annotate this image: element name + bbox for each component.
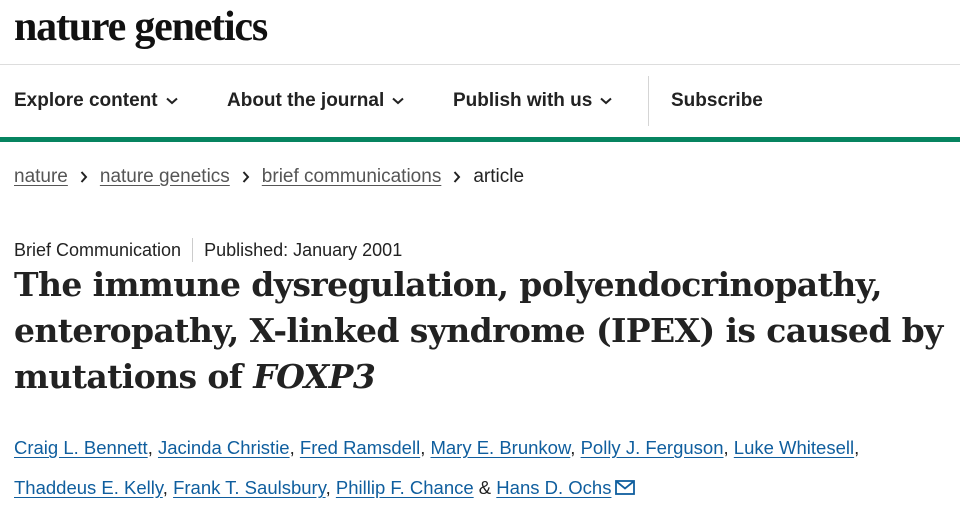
author-separator: , — [162, 477, 174, 498]
chevron-down-icon — [165, 97, 178, 105]
author-separator: , — [570, 437, 581, 458]
author-link[interactable]: Mary E. Brunkow — [430, 437, 570, 458]
subscribe-link[interactable]: Subscribe — [671, 65, 763, 137]
mail-icon[interactable] — [615, 480, 636, 495]
author-separator: , — [289, 437, 300, 458]
gene-name: FOXP3 — [253, 357, 376, 396]
chevron-down-icon — [392, 97, 404, 105]
meta-divider — [192, 238, 194, 262]
published-date: Published: January 2001 — [204, 239, 403, 260]
author-separator: & — [473, 477, 497, 498]
breadcrumb-current: article — [473, 166, 525, 187]
breadcrumb-nature-genetics[interactable]: nature genetics — [100, 166, 230, 188]
nav-about-journal[interactable]: About the journal — [227, 65, 404, 137]
breadcrumb: nature nature genetics brief communicati… — [14, 166, 524, 188]
nav-publish-with-us[interactable]: Publish with us — [453, 65, 613, 137]
chevron-right-icon — [80, 171, 88, 183]
nav-label: About the journal — [227, 90, 385, 111]
main-nav: Explore content About the journal Publis… — [0, 65, 960, 142]
chevron-down-icon — [600, 97, 613, 105]
author-separator: , — [325, 477, 336, 498]
author-link[interactable]: Luke Whitesell — [734, 437, 854, 458]
author-link[interactable]: Frank T. Saulsbury — [173, 477, 326, 498]
nav-explore-content[interactable]: Explore content — [14, 65, 178, 137]
nav-label: Explore content — [14, 90, 158, 111]
author-separator: , — [723, 437, 734, 458]
article-title-text: The immune dysregulation, polyendocrinop… — [14, 265, 943, 396]
chevron-right-icon — [453, 171, 461, 183]
author-separator: , — [854, 437, 860, 458]
article-meta: Brief Communication Published: January 2… — [14, 238, 402, 262]
nav-divider — [648, 76, 649, 126]
article-title: The immune dysregulation, polyendocrinop… — [14, 262, 944, 400]
author-link[interactable]: Hans D. Ochs — [496, 477, 611, 498]
author-link[interactable]: Phillip F. Chance — [336, 477, 474, 498]
breadcrumb-brief-communications[interactable]: brief communications — [262, 166, 442, 188]
breadcrumb-nature[interactable]: nature — [14, 166, 68, 188]
journal-logo[interactable]: nature genetics — [14, 2, 268, 52]
subscribe-label: Subscribe — [671, 90, 763, 111]
site-header: nature genetics — [0, 0, 960, 65]
chevron-right-icon — [242, 171, 250, 183]
author-link[interactable]: Jacinda Christie — [158, 437, 290, 458]
article-type: Brief Communication — [14, 239, 182, 260]
author-link[interactable]: Craig L. Bennett — [14, 437, 148, 458]
author-link[interactable]: Thaddeus E. Kelly — [14, 477, 163, 498]
author-list: Craig L. Bennett, Jacinda Christie, Fred… — [14, 428, 954, 508]
author-separator: , — [420, 437, 431, 458]
author-link[interactable]: Polly J. Ferguson — [581, 437, 724, 458]
nav-label: Publish with us — [453, 90, 593, 111]
author-separator: , — [147, 437, 158, 458]
author-link[interactable]: Fred Ramsdell — [300, 437, 420, 458]
